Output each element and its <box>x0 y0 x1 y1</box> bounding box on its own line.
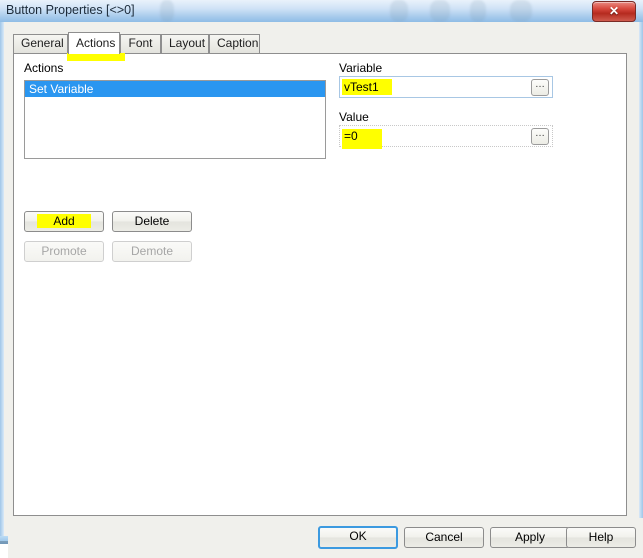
actions-list-label: Actions <box>24 61 64 75</box>
ok-button-label: OK <box>349 529 367 543</box>
dialog-body: General Actions Font Layout Caption Acti… <box>4 22 643 558</box>
variable-input[interactable]: vTest1 … <box>339 76 553 98</box>
demote-button: Demote <box>112 241 192 262</box>
tab-general-label: General <box>21 36 64 50</box>
dialog-window: Button Properties [<>0] ✕ General Action… <box>0 0 643 558</box>
background-artifact <box>430 0 450 22</box>
delete-button-label: Delete <box>134 214 170 228</box>
background-artifact <box>510 0 532 22</box>
value-input[interactable]: =0 … <box>339 125 553 149</box>
apply-button[interactable]: Apply <box>490 527 570 548</box>
cancel-button[interactable]: Cancel <box>404 527 484 548</box>
ellipsis-icon: … <box>535 128 545 139</box>
variable-browse-button[interactable]: … <box>531 79 549 96</box>
variable-label: Variable <box>339 61 383 75</box>
close-icon: ✕ <box>608 4 620 18</box>
delete-button[interactable]: Delete <box>112 211 192 232</box>
list-item[interactable]: Set Variable <box>25 81 325 97</box>
help-button-label: Help <box>588 530 614 544</box>
ok-button[interactable]: OK <box>318 526 398 549</box>
value-browse-button[interactable]: … <box>531 128 549 145</box>
tab-actions[interactable]: Actions <box>68 32 120 54</box>
title-bar[interactable]: Button Properties [<>0] ✕ <box>0 0 643 22</box>
value-input-value: =0 <box>344 129 358 143</box>
promote-button-label: Promote <box>41 244 87 258</box>
tab-caption-label: Caption <box>217 36 259 50</box>
value-label: Value <box>339 110 369 124</box>
close-button[interactable]: ✕ <box>592 1 636 22</box>
cancel-button-label: Cancel <box>425 530 463 544</box>
tab-general[interactable]: General <box>13 34 68 53</box>
background-artifact <box>390 0 408 22</box>
tab-actions-label: Actions <box>76 36 116 50</box>
demote-button-label: Demote <box>130 244 174 258</box>
tab-layout-label: Layout <box>169 36 206 50</box>
background-artifact <box>470 0 486 22</box>
background-artifact <box>160 0 174 22</box>
add-button-label: Add <box>53 214 75 228</box>
tab-panel-actions: Actions Set Variable Add Delete Promote … <box>13 53 627 516</box>
dialog-footer: OK Cancel Apply Help <box>8 518 643 558</box>
ellipsis-icon: … <box>535 79 545 90</box>
window-title: Button Properties [<>0] <box>6 3 135 17</box>
tab-font[interactable]: Font <box>120 34 161 53</box>
tab-caption[interactable]: Caption <box>209 34 260 53</box>
apply-button-label: Apply <box>514 530 546 544</box>
window-edge-right <box>639 22 643 536</box>
promote-button: Promote <box>24 241 104 262</box>
actions-listbox[interactable]: Set Variable <box>24 80 326 159</box>
tab-layout[interactable]: Layout <box>161 34 209 53</box>
add-button[interactable]: Add <box>24 211 104 232</box>
variable-input-value: vTest1 <box>344 80 379 94</box>
help-button[interactable]: Help <box>566 527 636 548</box>
tab-font-label: Font <box>128 36 153 50</box>
